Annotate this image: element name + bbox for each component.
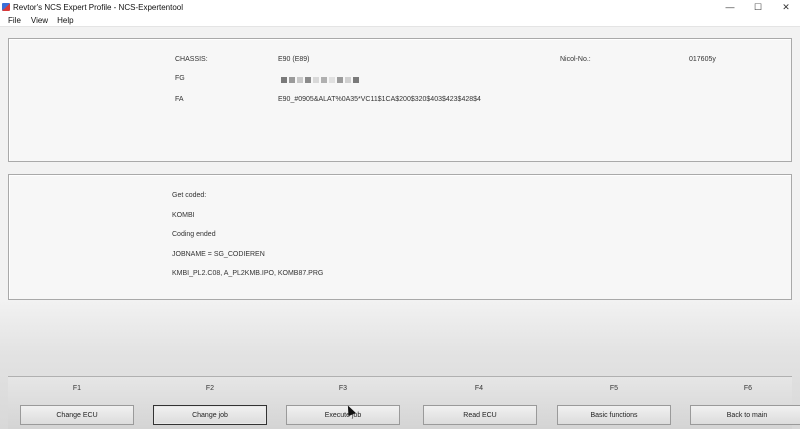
f5-label: F5 [609, 385, 619, 392]
fg-label: FG [175, 75, 185, 82]
f1-label: F1 [72, 385, 82, 392]
title-bar: Revtor's NCS Expert Profile - NCS-Expert… [0, 0, 800, 14]
chassis-value: E90 (E89) [278, 56, 310, 63]
nicol-label: Nicol-No.: [560, 56, 591, 63]
f2-label: F2 [205, 385, 215, 392]
back-to-main-button[interactable]: Back to main [690, 405, 800, 425]
window-title: Revtor's NCS Expert Profile - NCS-Expert… [13, 2, 184, 12]
log-line: KOMBI [172, 212, 195, 219]
function-key-bar: F1 F2 F3 F4 F5 F6 Change ECU Change job … [8, 376, 800, 429]
change-job-button[interactable]: Change job [153, 405, 267, 425]
nicol-value: 017605y [689, 56, 716, 63]
chassis-label: CHASSIS: [175, 56, 208, 63]
window-controls: — ☐ ✕ [716, 0, 800, 14]
log-line: Get coded: [172, 192, 207, 199]
change-ecu-button[interactable]: Change ECU [20, 405, 134, 425]
fa-label: FA [175, 96, 184, 103]
menu-bar: File View Help [0, 14, 800, 27]
fg-value-redacted [281, 77, 361, 83]
basic-functions-button[interactable]: Basic functions [557, 405, 671, 425]
fa-value: E90_#0905&ALAT%0A35*VC11$1CA$200$320$403… [278, 96, 481, 103]
vehicle-info-panel: CHASSIS: E90 (E89) Nicol-No.: 017605y FG… [8, 38, 792, 162]
log-line: Coding ended [172, 231, 216, 238]
log-line: KMBI_PL2.C08, A_PL2KMB.IPO, KOMB87.PRG [172, 270, 324, 277]
menu-file[interactable]: File [8, 16, 21, 25]
app-icon [2, 3, 10, 11]
log-line: JOBNAME = SG_CODIEREN [172, 251, 265, 258]
f4-label: F4 [474, 385, 484, 392]
maximize-icon[interactable]: ☐ [744, 0, 772, 14]
close-icon[interactable]: ✕ [772, 0, 800, 14]
minimize-icon[interactable]: — [716, 0, 744, 14]
read-ecu-button[interactable]: Read ECU [423, 405, 537, 425]
menu-view[interactable]: View [31, 16, 48, 25]
f3-label: F3 [338, 385, 348, 392]
execute-job-button[interactable]: Execute job [286, 405, 400, 425]
menu-help[interactable]: Help [57, 16, 73, 25]
f6-label: F6 [743, 385, 753, 392]
coding-log-panel: Get coded: KOMBI Coding ended JOBNAME = … [8, 174, 792, 300]
